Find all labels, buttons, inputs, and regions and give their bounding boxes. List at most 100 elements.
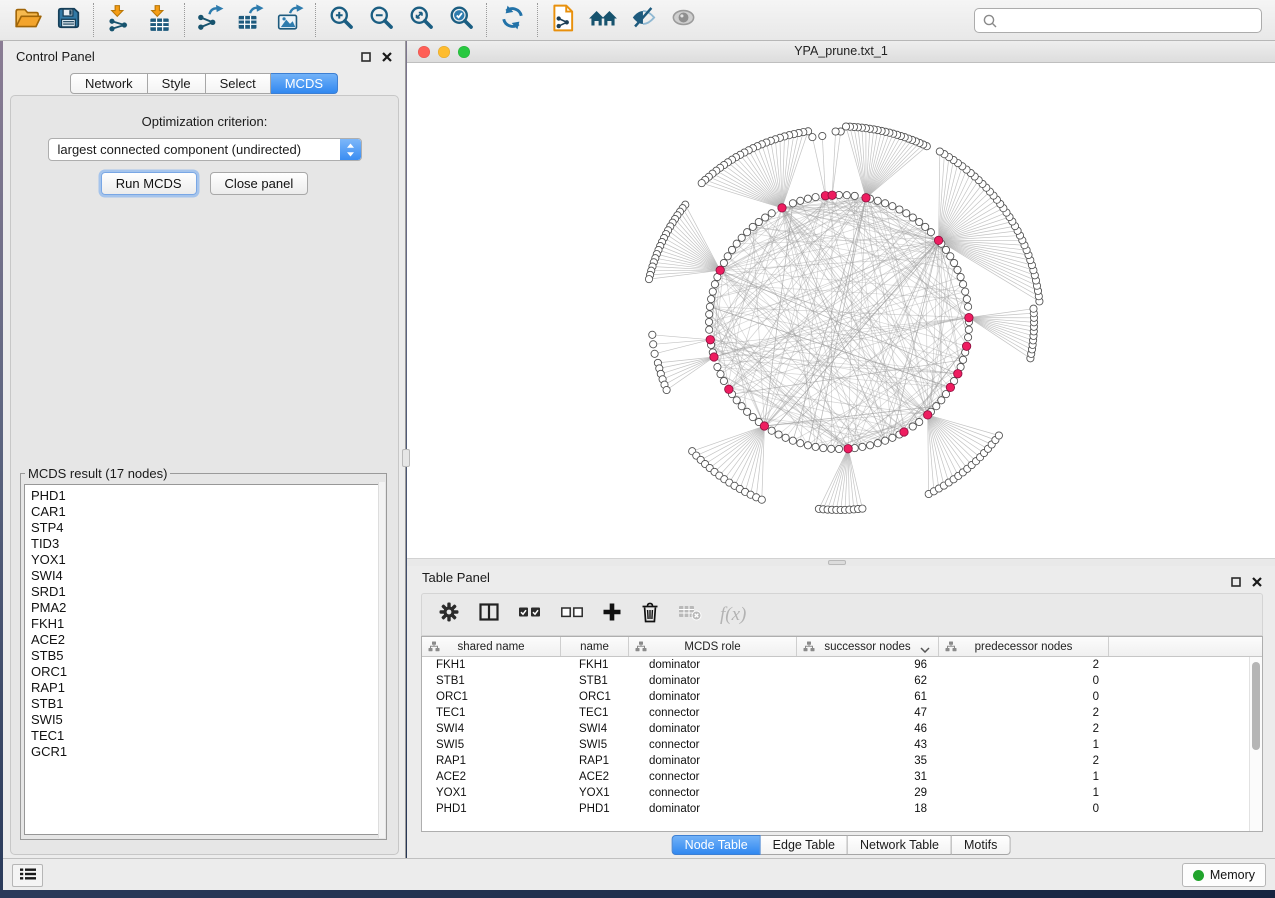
network-node[interactable] (828, 445, 835, 452)
network-node[interactable] (835, 445, 842, 452)
mcds-result-item[interactable]: RAP1 (31, 680, 382, 696)
network-node[interactable] (797, 197, 804, 204)
network-node[interactable] (789, 200, 796, 207)
network-node[interactable] (708, 296, 715, 303)
network-node[interactable] (889, 434, 896, 441)
share-document-button[interactable] (543, 2, 583, 38)
network-hub-node[interactable] (862, 194, 870, 202)
vertical-splitter-handle[interactable] (402, 449, 410, 467)
network-node[interactable] (775, 431, 782, 438)
network-hub-node[interactable] (778, 204, 786, 212)
network-leaf-node[interactable] (819, 132, 826, 139)
network-node[interactable] (843, 192, 850, 199)
mcds-result-item[interactable]: SWI4 (31, 568, 382, 584)
network-node[interactable] (812, 194, 819, 201)
network-node[interactable] (820, 445, 827, 452)
refresh-button[interactable] (492, 2, 532, 38)
network-node[interactable] (714, 363, 721, 370)
network-node[interactable] (960, 356, 967, 363)
save-session-button[interactable] (48, 2, 88, 38)
network-node[interactable] (951, 259, 958, 266)
network-node[interactable] (965, 303, 972, 310)
mcds-result-item[interactable]: STB5 (31, 648, 382, 664)
network-node[interactable] (768, 210, 775, 217)
network-hub-node[interactable] (946, 383, 954, 391)
network-node[interactable] (709, 288, 716, 295)
network-hub-node[interactable] (706, 336, 714, 344)
mcds-result-item[interactable]: FKH1 (31, 616, 382, 632)
column-header-mcds-role[interactable]: MCDS role (629, 637, 797, 656)
hide-selected-button[interactable] (623, 2, 663, 38)
network-node[interactable] (762, 214, 769, 221)
network-node[interactable] (733, 240, 740, 247)
network-leaf-node[interactable] (1030, 305, 1037, 312)
close-panel-button[interactable] (382, 49, 392, 67)
tab-node-table[interactable]: Node Table (672, 835, 761, 855)
network-leaf-node[interactable] (809, 134, 816, 141)
network-node[interactable] (965, 326, 972, 333)
network-leaf-node[interactable] (698, 180, 705, 187)
network-node[interactable] (782, 434, 789, 441)
network-node[interactable] (859, 443, 866, 450)
network-node[interactable] (933, 403, 940, 410)
network-leaf-node[interactable] (663, 386, 670, 393)
network-node[interactable] (916, 418, 923, 425)
network-hub-node[interactable] (934, 236, 942, 244)
network-node[interactable] (938, 397, 945, 404)
network-node[interactable] (882, 200, 889, 207)
network-node[interactable] (889, 203, 896, 210)
network-hub-node[interactable] (954, 370, 962, 378)
network-node[interactable] (947, 253, 954, 260)
network-node[interactable] (962, 288, 969, 295)
network-node[interactable] (706, 311, 713, 318)
network-window-titlebar[interactable]: YPA_prune.txt_1 (407, 41, 1275, 63)
network-hub-node[interactable] (844, 445, 852, 453)
mcds-result-item[interactable]: ACE2 (31, 632, 382, 648)
mcds-result-item[interactable]: SWI5 (31, 712, 382, 728)
export-network-button[interactable] (190, 2, 230, 38)
network-leaf-node[interactable] (650, 341, 657, 348)
optimization-criterion-select[interactable]: largest connected component (undirected) (48, 138, 362, 161)
table-row[interactable]: YOX1YOX1connector291 (422, 785, 1262, 801)
table-settings-button[interactable] (438, 601, 460, 628)
table-row[interactable]: ACE2ACE2connector311 (422, 769, 1262, 785)
network-node[interactable] (755, 218, 762, 225)
tab-select[interactable]: Select (206, 73, 271, 94)
add-column-button[interactable] (602, 602, 622, 627)
zoom-selected-button[interactable] (441, 2, 481, 38)
network-node[interactable] (927, 229, 934, 236)
table-row[interactable]: FKH1FKH1dominator962 (422, 657, 1262, 673)
memory-button[interactable]: Memory (1182, 863, 1266, 887)
import-table-button[interactable] (139, 2, 179, 38)
table-scrollbar-thumb[interactable] (1252, 662, 1260, 750)
network-node[interactable] (804, 442, 811, 449)
network-node[interactable] (720, 377, 727, 384)
run-mcds-button[interactable]: Run MCDS (101, 172, 197, 195)
network-leaf-node[interactable] (649, 331, 656, 338)
horizontal-splitter-handle[interactable] (828, 560, 846, 565)
network-node[interactable] (851, 192, 858, 199)
home-button[interactable] (583, 2, 623, 38)
mcds-result-item[interactable]: SRD1 (31, 584, 382, 600)
zoom-fit-button[interactable] (401, 2, 441, 38)
network-node[interactable] (874, 197, 881, 204)
column-header-predecessor-nodes[interactable]: predecessor nodes (939, 637, 1109, 656)
network-node[interactable] (909, 423, 916, 430)
network-leaf-node[interactable] (758, 496, 765, 503)
network-node[interactable] (909, 214, 916, 221)
network-node[interactable] (738, 234, 745, 241)
mcds-result-item[interactable]: GCR1 (31, 744, 382, 760)
import-network-button[interactable] (99, 2, 139, 38)
column-header-shared-name[interactable]: shared name (422, 637, 561, 656)
table-row[interactable]: SWI4SWI4dominator462 (422, 721, 1262, 737)
network-hub-node[interactable] (828, 191, 836, 199)
network-node[interactable] (706, 303, 713, 310)
tab-edge-table[interactable]: Edge Table (761, 835, 848, 855)
network-node[interactable] (874, 440, 881, 447)
tab-motifs[interactable]: Motifs (952, 835, 1010, 855)
network-hub-node[interactable] (924, 411, 932, 419)
network-graph[interactable] (407, 63, 1275, 558)
mcds-result-item[interactable]: TID3 (31, 536, 382, 552)
select-all-button[interactable] (518, 605, 542, 624)
network-canvas[interactable] (407, 63, 1275, 558)
